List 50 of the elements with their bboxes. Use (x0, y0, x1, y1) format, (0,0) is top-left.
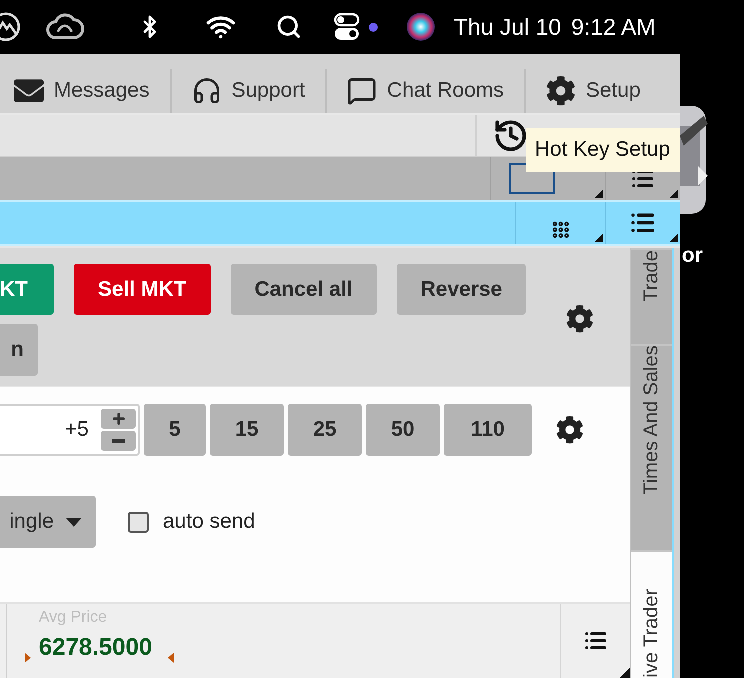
corner-triangle-icon (595, 190, 603, 198)
history-icon[interactable] (493, 118, 529, 154)
sell-button[interactable]: Sell MKT (74, 264, 211, 315)
side-tab[interactable]: Trade (631, 248, 672, 344)
caret-icon (66, 518, 82, 526)
quantity-preset-button[interactable]: 110 (444, 404, 532, 456)
tooltip: Hot Key Setup (526, 128, 680, 172)
action-button[interactable]: n (0, 324, 38, 376)
gear-icon[interactable] (566, 305, 594, 333)
orb-icon[interactable] (406, 12, 436, 42)
auto-send-label: auto send (163, 509, 256, 536)
quantity-preset-button[interactable]: 25 (288, 404, 362, 456)
buy-button[interactable]: KT (0, 264, 54, 315)
minus-icon (112, 439, 125, 443)
headset-icon (192, 76, 222, 106)
order-type-dropdown[interactable]: ingle (0, 496, 96, 548)
gear-icon[interactable] (556, 416, 584, 444)
dock-label: or (682, 243, 704, 269)
quantity-value: +5 (65, 417, 89, 444)
increment-button[interactable] (101, 409, 136, 429)
marker-icon (168, 653, 174, 663)
nav-tab[interactable]: Setup (526, 74, 661, 106)
corner-triangle-icon (620, 668, 630, 678)
search-icon[interactable] (276, 14, 302, 40)
chat-bubble-icon (347, 76, 378, 106)
plus-icon (110, 411, 126, 427)
corner-triangle-icon (670, 234, 678, 242)
toggles-icon[interactable] (334, 13, 360, 41)
corner-triangle-icon (670, 190, 678, 198)
quantity-preset-button[interactable]: 5 (144, 404, 206, 456)
side-tab[interactable]: ive Trader (631, 550, 672, 678)
nav-tab[interactable]: Chat Rooms (327, 74, 524, 106)
action-button[interactable]: Reverse (396, 264, 526, 315)
quantity-preset-button[interactable]: 50 (366, 404, 440, 456)
cloud-icon[interactable] (46, 12, 84, 42)
corner-triangle-icon (595, 234, 603, 242)
decrement-button[interactable] (101, 431, 136, 451)
avg-price-value: 6278.5000 (39, 633, 152, 663)
action-button[interactable]: Cancel all (230, 264, 377, 315)
quantity-field[interactable]: +5 (0, 404, 140, 456)
auto-send-checkbox[interactable] (128, 512, 149, 532)
marker-icon (25, 653, 31, 663)
quantity-preset-button[interactable]: 15 (210, 404, 284, 456)
date-text: Thu Jul 10 (454, 12, 562, 42)
nav-tab[interactable]: Support (172, 74, 326, 106)
nav-tab[interactable]: Messages (0, 74, 170, 106)
gear-icon (546, 76, 576, 106)
grid-icon[interactable] (551, 220, 571, 240)
side-tab[interactable]: Times And Sales (631, 344, 672, 550)
time-text: 9:12 AM (571, 12, 656, 42)
